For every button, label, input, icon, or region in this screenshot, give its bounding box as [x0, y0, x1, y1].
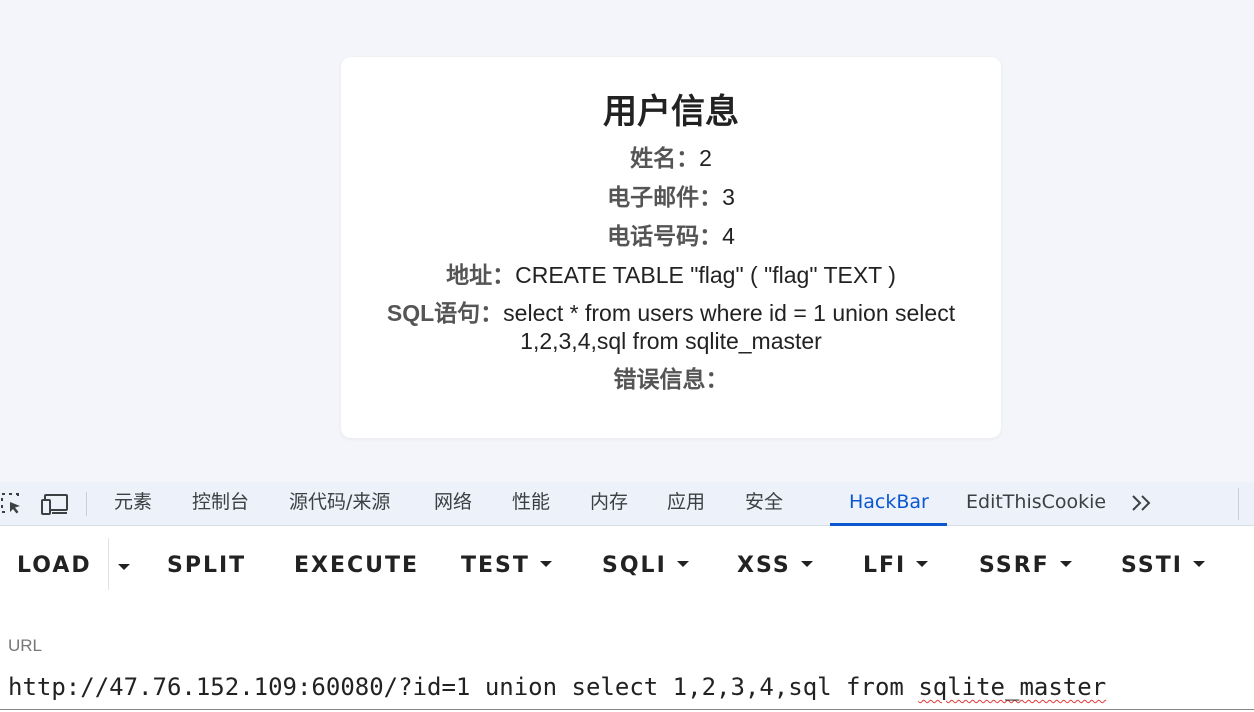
- url-label: URL: [8, 636, 43, 655]
- ssti-menu-button[interactable]: SSTI: [1121, 546, 1205, 586]
- row-phone-label: 电话号码：: [607, 223, 723, 249]
- url-input[interactable]: http://47.76.152.109:60080/?id=1 union s…: [0, 666, 1254, 710]
- tab-editthiscookie[interactable]: EditThisCookie: [966, 482, 1106, 526]
- tab-console[interactable]: 控制台: [192, 482, 249, 526]
- test-caret-icon: [539, 561, 552, 567]
- page-viewport: 用户信息 姓名：2 电子邮件：3 电话号码：4 地址：CREATE TABLE …: [0, 0, 1254, 482]
- load-dropdown-caret-icon[interactable]: [118, 564, 130, 570]
- row-sql: SQL语句：select * from users where id = 1 u…: [341, 299, 1001, 355]
- hackbar-panel: LOAD SPLIT EXECUTE TEST SQLI XSS LFI SSR…: [0, 526, 1254, 712]
- tab-elements[interactable]: 元素: [114, 482, 152, 526]
- row-name-value: 2: [699, 145, 712, 171]
- xss-label: XSS: [737, 553, 791, 578]
- ssrf-menu-button[interactable]: SSRF: [979, 546, 1072, 586]
- ssrf-label: SSRF: [979, 553, 1050, 578]
- row-sql-label: SQL语句：: [386, 300, 504, 326]
- row-email: 电子邮件：3: [341, 183, 1001, 211]
- devtools-end-divider: [1238, 488, 1239, 520]
- lfi-label: LFI: [863, 553, 907, 578]
- test-label: TEST: [461, 553, 530, 578]
- test-menu-button[interactable]: TEST: [461, 546, 552, 586]
- ssti-caret-icon: [1192, 561, 1205, 567]
- lfi-menu-button[interactable]: LFI: [863, 546, 929, 586]
- load-dropdown-divider: [108, 538, 109, 590]
- tab-network[interactable]: 网络: [434, 482, 472, 526]
- sqli-label: SQLI: [602, 553, 667, 578]
- tab-sources[interactable]: 源代码/来源: [289, 482, 390, 526]
- more-tabs-chevron-icon[interactable]: [1130, 482, 1154, 526]
- xss-menu-button[interactable]: XSS: [737, 546, 813, 586]
- tab-memory[interactable]: 内存: [590, 482, 628, 526]
- card-title: 用户信息: [603, 93, 739, 131]
- row-error-label: 错误信息：: [613, 366, 729, 392]
- row-phone: 电话号码：4: [341, 222, 1001, 250]
- row-name: 姓名：2: [341, 144, 1001, 172]
- tab-security[interactable]: 安全: [745, 482, 783, 526]
- tab-hackbar[interactable]: HackBar: [830, 482, 947, 526]
- sqli-caret-icon: [676, 561, 689, 567]
- split-button[interactable]: SPLIT: [167, 546, 246, 586]
- row-address-label: 地址：: [446, 262, 516, 288]
- execute-button[interactable]: EXECUTE: [294, 546, 419, 586]
- row-address: 地址：CREATE TABLE "flag" ( "flag" TEXT ): [341, 261, 1001, 289]
- row-name-label: 姓名：: [630, 145, 700, 171]
- lfi-caret-icon: [916, 561, 929, 567]
- sqli-menu-button[interactable]: SQLI: [602, 546, 689, 586]
- row-email-value: 3: [722, 184, 735, 210]
- tab-application[interactable]: 应用: [667, 482, 705, 526]
- tab-performance[interactable]: 性能: [512, 482, 550, 526]
- url-text: http://47.76.152.109:60080/?id=1 union s…: [8, 673, 919, 701]
- user-info-card: 用户信息 姓名：2 电子邮件：3 电话号码：4 地址：CREATE TABLE …: [341, 57, 1001, 438]
- devtools-tab-bar: 元素 控制台 源代码/来源 网络 性能 内存 应用 安全 HackBar Edi…: [0, 482, 1254, 526]
- ssrf-caret-icon: [1059, 561, 1072, 567]
- load-button[interactable]: LOAD: [17, 546, 92, 586]
- row-error: 错误信息：: [341, 365, 1001, 393]
- devtools-divider: [86, 492, 87, 516]
- ssti-label: SSTI: [1121, 553, 1183, 578]
- row-phone-value: 4: [722, 223, 735, 249]
- row-email-label: 电子邮件：: [607, 184, 723, 210]
- device-toolbar-icon[interactable]: [40, 492, 70, 516]
- row-address-value: CREATE TABLE "flag" ( "flag" TEXT ): [515, 262, 896, 288]
- inspect-element-icon[interactable]: [0, 492, 26, 516]
- xss-caret-icon: [800, 561, 813, 567]
- row-sql-value: select * from users where id = 1 union s…: [503, 300, 956, 354]
- url-misspelled-word: sqlite_master: [918, 673, 1107, 701]
